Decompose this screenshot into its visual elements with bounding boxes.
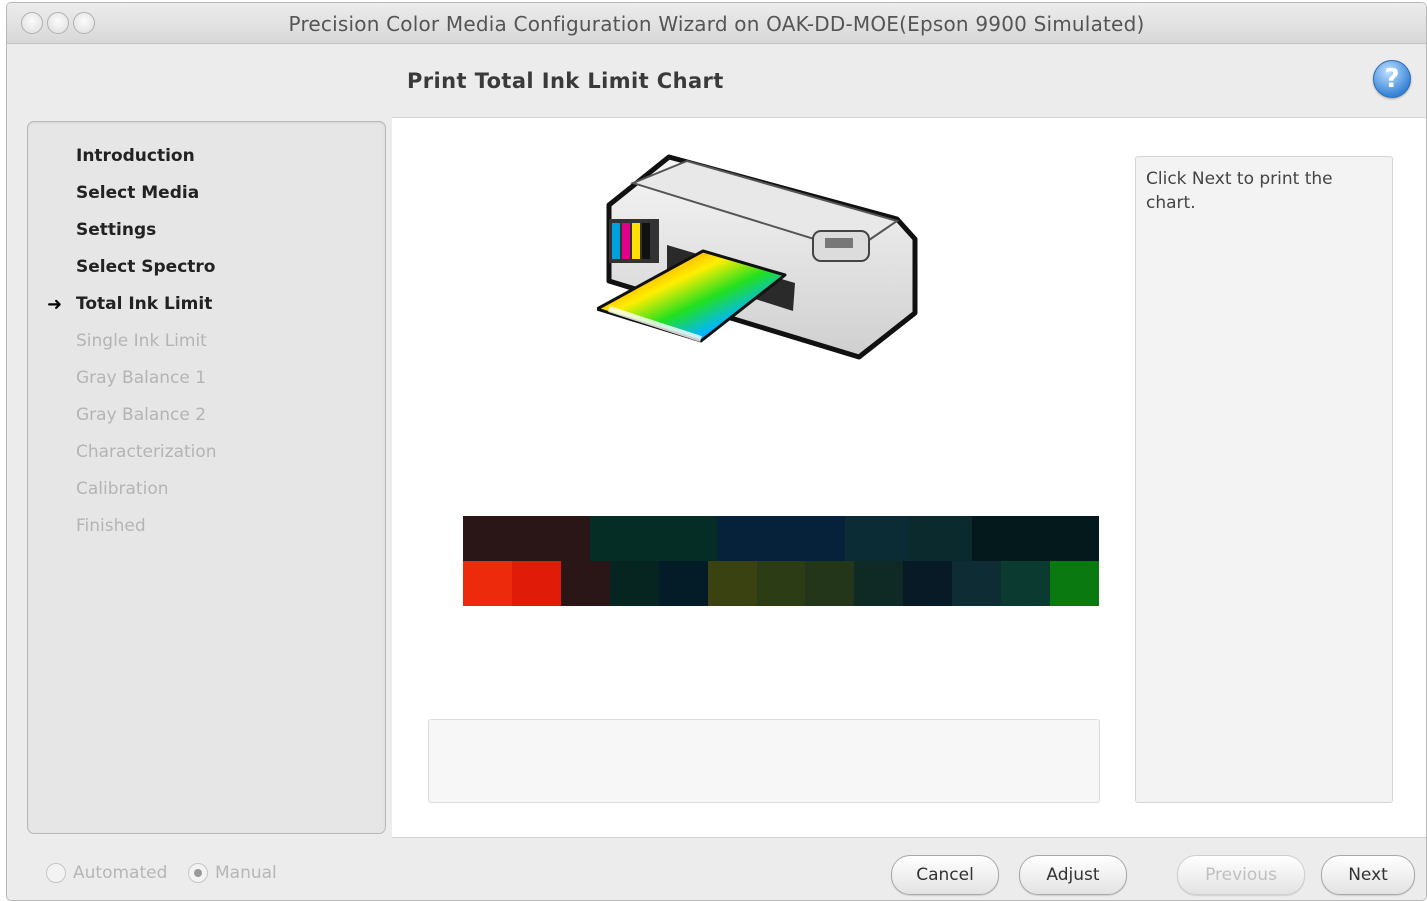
bottom-row-patch-5	[658, 561, 708, 606]
bottom-row-patch-9	[854, 561, 904, 606]
step-gray-balance-1: Gray Balance 1	[76, 368, 207, 388]
bottom-row-patch-13	[1050, 561, 1099, 606]
bottom-row-patch-4	[609, 561, 659, 606]
step-select-spectro: Select Spectro	[76, 257, 216, 277]
radio-manual[interactable]	[188, 863, 208, 883]
radio-manual-label: Manual	[215, 863, 277, 883]
step-select-media: Select Media	[76, 183, 200, 203]
question-mark-icon[interactable]: ?	[1373, 60, 1411, 98]
page-title: Print Total Ink Limit Chart	[407, 69, 724, 93]
bottom-row-patch-10	[903, 561, 953, 606]
top-row-patch-5	[717, 516, 781, 561]
steps-sidebar: ➜ Introduction Select Media Settings Sel…	[27, 121, 386, 834]
previous-button[interactable]: Previous	[1177, 855, 1305, 895]
step-finished: Finished	[76, 516, 146, 536]
next-button[interactable]: Next	[1321, 855, 1415, 895]
step-gray-balance-2: Gray Balance 2	[76, 405, 207, 425]
bottom-row-patch-6	[707, 561, 757, 606]
status-message-box	[428, 719, 1100, 803]
radio-automated-label: Automated	[73, 863, 168, 883]
top-row-patch-10	[1035, 516, 1099, 561]
top-row-patch-7	[844, 516, 909, 561]
main-content: Click Next to print the chart.	[392, 117, 1426, 838]
radio-automated[interactable]	[46, 863, 66, 883]
bottom-row-patch-1	[463, 561, 512, 606]
printer-icon	[597, 154, 918, 360]
step-settings: Settings	[76, 220, 157, 240]
step-characterization: Characterization	[76, 442, 217, 462]
step-total-ink-limit: Total Ink Limit	[76, 294, 213, 314]
step-single-ink-limit: Single Ink Limit	[76, 331, 207, 351]
step-introduction: Introduction	[76, 146, 195, 166]
bottom-row-patch-11	[952, 561, 1002, 606]
wizard-window: Precision Color Media Configuration Wiza…	[6, 2, 1427, 901]
step-calibration: Calibration	[76, 479, 169, 499]
help-panel: Click Next to print the chart.	[1135, 156, 1393, 803]
top-row-patch-8	[908, 516, 972, 561]
top-row-patch-2	[526, 516, 591, 561]
arrow-right-icon: ➜	[47, 294, 63, 315]
title-bar: Precision Color Media Configuration Wiza…	[7, 3, 1426, 44]
top-row-patch-6	[780, 516, 845, 561]
window-title: Precision Color Media Configuration Wiza…	[288, 12, 1145, 36]
bottom-row-patch-2	[511, 561, 561, 606]
bottom-row-patch-7	[756, 561, 806, 606]
top-row-patch-4	[653, 516, 718, 561]
bottom-row-patch-12	[1001, 561, 1051, 606]
cancel-button[interactable]: Cancel	[891, 855, 999, 895]
adjust-button[interactable]: Adjust	[1019, 855, 1127, 895]
top-row-patch-1	[463, 516, 527, 561]
top-row-patch-9	[971, 516, 1036, 561]
bottom-row-patch-3	[560, 561, 610, 606]
top-row-patch-3	[590, 516, 654, 561]
ink-limit-chart-preview	[463, 516, 1099, 606]
help-text: Click Next to print the chart.	[1146, 169, 1333, 213]
bottom-row-patch-8	[805, 561, 855, 606]
